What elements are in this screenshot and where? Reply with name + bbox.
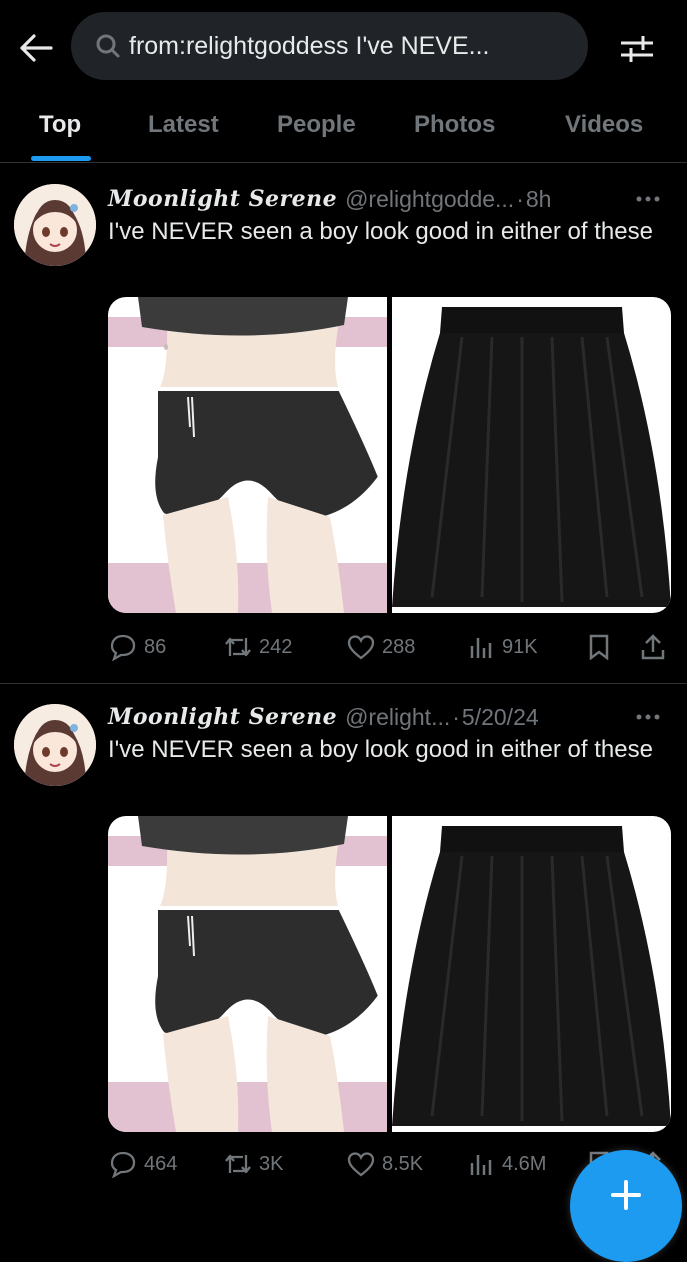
tweet-media [108, 297, 671, 613]
tweet-header: Moonlight Serene @relight... · 5/20/24 [108, 700, 668, 734]
like-button[interactable]: 288 [346, 627, 415, 667]
repost-count: 242 [259, 635, 293, 658]
search-input[interactable]: from:relightgoddess I've NEVE... [71, 12, 588, 80]
search-tabs: Top Latest People Photos Videos [0, 95, 687, 163]
user-handle[interactable]: @relightgodde... [345, 186, 514, 213]
repost-icon [223, 632, 253, 662]
tweet[interactable]: Moonlight Serene @relight... · 5/20/24 I… [0, 684, 687, 1200]
views-button[interactable]: 4.6M [466, 1144, 546, 1184]
heart-icon [346, 1149, 376, 1179]
reply-count: 464 [144, 1152, 178, 1175]
share-button[interactable] [638, 627, 668, 667]
tweet-header: Moonlight Serene @relightgodde... · 8h [108, 182, 668, 216]
tab-photos[interactable]: Photos [414, 95, 495, 163]
search-filter-icon[interactable] [612, 26, 662, 72]
views-icon [466, 632, 496, 662]
search-icon [95, 31, 125, 61]
share-icon [638, 632, 668, 662]
repost-icon [223, 1149, 253, 1179]
repost-button[interactable]: 242 [223, 627, 292, 667]
repost-count: 3K [259, 1152, 284, 1175]
active-tab-indicator [31, 156, 91, 161]
back-arrow-icon[interactable] [14, 28, 58, 68]
views-button[interactable]: 91K [466, 627, 538, 667]
separator-dot: · [452, 703, 460, 730]
tab-people[interactable]: People [277, 95, 356, 163]
timestamp[interactable]: 5/20/24 [462, 704, 539, 731]
skirt-photo[interactable] [392, 297, 671, 613]
display-name[interactable]: Moonlight Serene [108, 186, 337, 212]
shorts-photo[interactable] [108, 297, 387, 613]
reply-count: 86 [144, 635, 167, 658]
reply-button[interactable]: 86 [108, 627, 166, 667]
display-name[interactable]: Moonlight Serene [108, 704, 337, 730]
more-options-icon[interactable] [628, 182, 668, 216]
reply-button[interactable]: 464 [108, 1144, 177, 1184]
views-icon [466, 1149, 496, 1179]
bookmark-button[interactable] [584, 627, 614, 667]
reply-icon [108, 1149, 138, 1179]
tweet-text: I've NEVER seen a boy look good in eithe… [108, 736, 653, 763]
tweet[interactable]: Moonlight Serene @relightgodde... · 8h I… [0, 164, 687, 684]
avatar[interactable] [14, 704, 96, 786]
top-bar: from:relightgoddess I've NEVE... [0, 0, 687, 95]
separator-dot: · [516, 185, 524, 212]
like-count: 8.5K [382, 1152, 424, 1175]
reply-icon [108, 632, 138, 662]
user-handle[interactable]: @relight... [345, 704, 450, 731]
more-options-icon[interactable] [628, 700, 668, 734]
heart-icon [346, 632, 376, 662]
shorts-photo[interactable] [108, 816, 387, 1132]
view-count: 91K [502, 635, 538, 658]
view-count: 4.6M [502, 1152, 547, 1175]
tweet-text: I've NEVER seen a boy look good in eithe… [108, 218, 653, 245]
compose-button[interactable] [570, 1150, 682, 1262]
tab-videos[interactable]: Videos [565, 95, 643, 163]
tweet-media [108, 816, 671, 1132]
repost-button[interactable]: 3K [223, 1144, 283, 1184]
like-count: 288 [382, 635, 416, 658]
search-query: from:relightgoddess I've NEVE... [129, 31, 490, 60]
plus-icon [611, 1180, 641, 1215]
bookmark-icon [584, 632, 614, 662]
tab-top[interactable]: Top [39, 95, 81, 163]
like-button[interactable]: 8.5K [346, 1144, 423, 1184]
tab-latest[interactable]: Latest [148, 95, 219, 163]
tweet-actions: 86 242 288 91K [108, 627, 670, 667]
timestamp[interactable]: 8h [526, 186, 552, 213]
avatar[interactable] [14, 184, 96, 266]
skirt-photo[interactable] [392, 816, 671, 1132]
